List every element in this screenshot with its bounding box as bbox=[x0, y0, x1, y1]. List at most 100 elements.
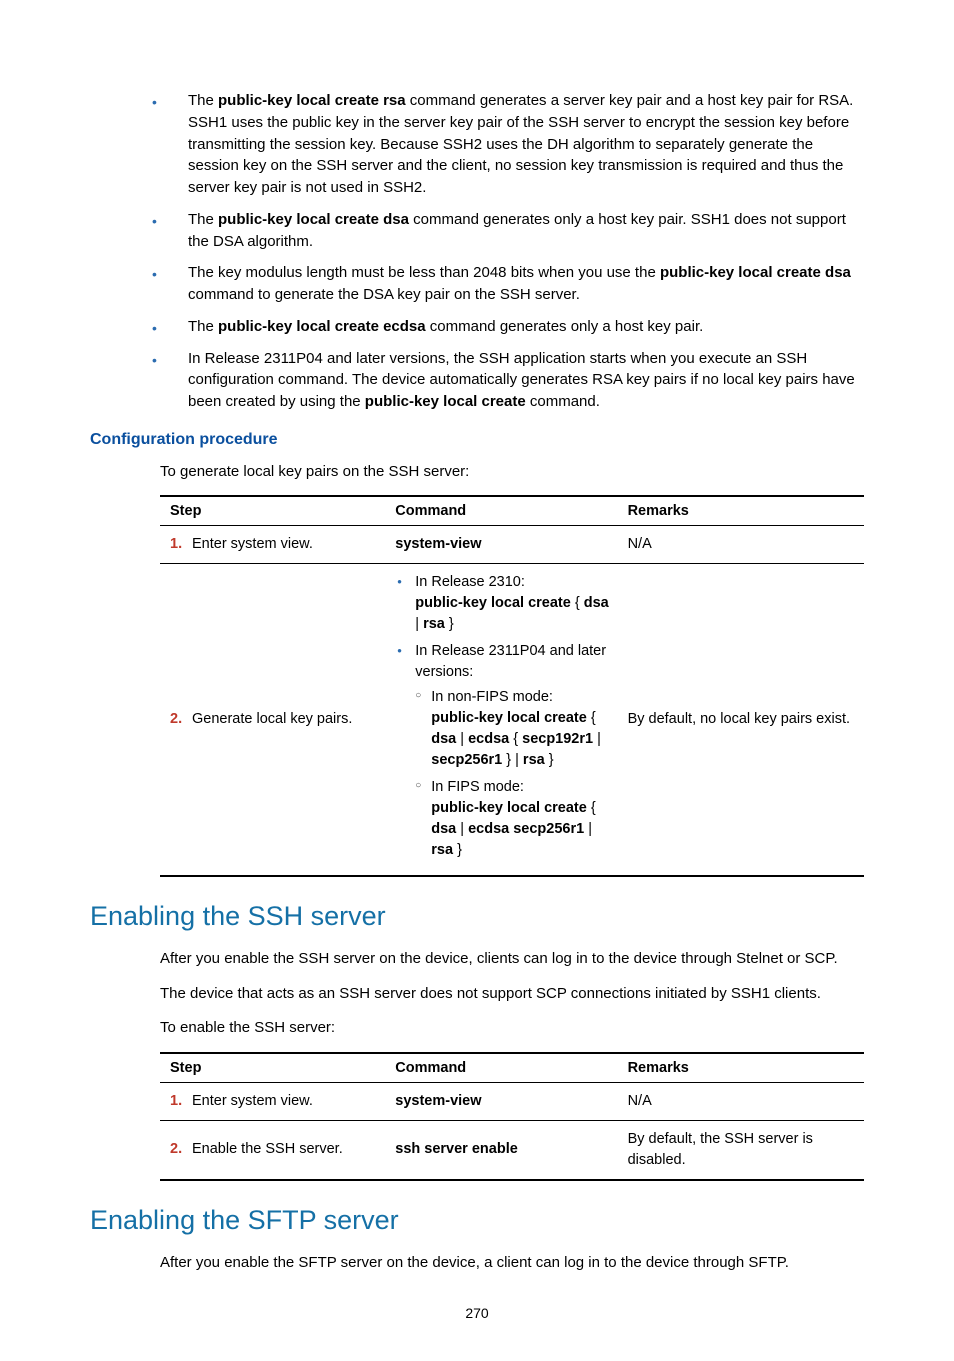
cell-command: ssh server enable bbox=[385, 1120, 617, 1180]
cmd-bullet-list: In Release 2310: public-key local create… bbox=[395, 572, 611, 861]
cell-step: 2.Enable the SSH server. bbox=[160, 1120, 385, 1180]
th-remarks: Remarks bbox=[618, 1053, 864, 1083]
cmd-bold: dsa bbox=[431, 821, 456, 837]
cmd-bold: rsa bbox=[431, 842, 453, 858]
bullet-item: The public-key local create ecdsa comman… bbox=[152, 316, 864, 338]
bullet-text-pre: The bbox=[188, 318, 218, 335]
bullet-text-bold: public-key local create dsa bbox=[218, 211, 409, 228]
cmd-bold: secp256r1 bbox=[431, 752, 502, 768]
cmd-bold: public-key local create bbox=[431, 710, 587, 726]
bullet-text-pre: The key modulus length must be less than… bbox=[188, 264, 660, 281]
step-num: 2. bbox=[170, 1139, 192, 1160]
keypair-table: Step Command Remarks 1.Enter system view… bbox=[160, 495, 864, 877]
bullet-text-bold: public-key local create bbox=[365, 393, 526, 410]
cmd-text: { bbox=[571, 595, 584, 611]
enabling-ssh-heading: Enabling the SSH server bbox=[90, 901, 864, 932]
cell-step: 1.Enter system view. bbox=[160, 526, 385, 564]
table-header-row: Step Command Remarks bbox=[160, 1053, 864, 1083]
step-text: Enable the SSH server. bbox=[192, 1141, 343, 1157]
cmd-text: { bbox=[587, 710, 596, 726]
table-row: 1.Enter system view. system-view N/A bbox=[160, 526, 864, 564]
th-step: Step bbox=[160, 496, 385, 526]
configuration-procedure-heading: Configuration procedure bbox=[90, 431, 864, 449]
cmd-bold: rsa bbox=[523, 752, 545, 768]
step-num: 2. bbox=[170, 709, 192, 730]
ssh-intro-2: The device that acts as an SSH server do… bbox=[160, 983, 864, 1006]
bullet-text-post: command generates only a host key pair. bbox=[426, 318, 704, 335]
cmd-text: system-view bbox=[395, 1093, 481, 1109]
bullet-item: The key modulus length must be less than… bbox=[152, 262, 864, 306]
config-intro-text: To generate local key pairs on the SSH s… bbox=[160, 461, 864, 484]
bullet-item: The public-key local create rsa command … bbox=[152, 90, 864, 199]
cell-command: In Release 2310: public-key local create… bbox=[385, 564, 617, 877]
cmd-bullet: In Release 2310: public-key local create… bbox=[395, 572, 611, 635]
table-row: 2.Enable the SSH server. ssh server enab… bbox=[160, 1120, 864, 1180]
cmd-sub-label: In non-FIPS mode: bbox=[431, 689, 553, 705]
cmd-sub-item: In non-FIPS mode: public-key local creat… bbox=[415, 687, 611, 771]
table-row: 1.Enter system view. system-view N/A bbox=[160, 1082, 864, 1120]
cmd-text: | bbox=[415, 616, 423, 632]
cmd-bold: ecdsa secp256r1 bbox=[468, 821, 584, 837]
top-bullet-list: The public-key local create rsa command … bbox=[90, 90, 864, 413]
th-remarks: Remarks bbox=[618, 496, 864, 526]
cmd-text: { bbox=[587, 800, 596, 816]
sftp-intro-1: After you enable the SFTP server on the … bbox=[160, 1252, 864, 1275]
page-number: 270 bbox=[90, 1305, 864, 1321]
step-text: Generate local key pairs. bbox=[192, 711, 352, 727]
cmd-text: } bbox=[545, 752, 554, 768]
cmd-text: } bbox=[445, 616, 454, 632]
cmd-text: | bbox=[456, 731, 468, 747]
th-command: Command bbox=[385, 1053, 617, 1083]
ssh-table: Step Command Remarks 1.Enter system view… bbox=[160, 1052, 864, 1181]
cmd-bold: rsa bbox=[423, 616, 445, 632]
bullet-text-bold: public-key local create dsa bbox=[660, 264, 851, 281]
cmd-sub-item: In FIPS mode: public-key local create { … bbox=[415, 777, 611, 861]
bullet-item: In Release 2311P04 and later versions, t… bbox=[152, 348, 864, 413]
bullet-text-post: command to generate the DSA key pair on … bbox=[188, 286, 580, 303]
cmd-text: } bbox=[453, 842, 462, 858]
bullet-text-bold: public-key local create ecdsa bbox=[218, 318, 426, 335]
table-header-row: Step Command Remarks bbox=[160, 496, 864, 526]
ssh-intro-3: To enable the SSH server: bbox=[160, 1017, 864, 1040]
step-num: 1. bbox=[170, 534, 192, 555]
cmd-text: ssh server enable bbox=[395, 1141, 518, 1157]
cmd-text: | bbox=[456, 821, 468, 837]
bullet-text-bold: public-key local create rsa bbox=[218, 92, 406, 109]
cmd-bold: dsa bbox=[584, 595, 609, 611]
cell-command: system-view bbox=[385, 526, 617, 564]
step-num: 1. bbox=[170, 1091, 192, 1112]
cmd-text: | bbox=[584, 821, 592, 837]
cmd-sub-list: In non-FIPS mode: public-key local creat… bbox=[415, 687, 611, 861]
cmd-bold: dsa bbox=[431, 731, 456, 747]
cmd-text: { bbox=[509, 731, 522, 747]
cmd-bold: public-key local create bbox=[415, 595, 571, 611]
cmd-bullet: In Release 2311P04 and later versions: I… bbox=[395, 641, 611, 861]
bullet-text-pre: The bbox=[188, 92, 218, 109]
cmd-bold: ecdsa bbox=[468, 731, 509, 747]
table-row: 2.Generate local key pairs. In Release 2… bbox=[160, 564, 864, 877]
cmd-text: | bbox=[593, 731, 601, 747]
cmd-sub-label: In FIPS mode: bbox=[431, 779, 524, 795]
cell-command: system-view bbox=[385, 1082, 617, 1120]
cell-step: 2.Generate local key pairs. bbox=[160, 564, 385, 877]
cell-step: 1.Enter system view. bbox=[160, 1082, 385, 1120]
bullet-text-post: command. bbox=[526, 393, 600, 410]
step-text: Enter system view. bbox=[192, 1093, 313, 1109]
cmd-bold: secp192r1 bbox=[522, 731, 593, 747]
th-command: Command bbox=[385, 496, 617, 526]
ssh-intro-1: After you enable the SSH server on the d… bbox=[160, 948, 864, 971]
bullet-item: The public-key local create dsa command … bbox=[152, 209, 864, 253]
cmd-bold: public-key local create bbox=[431, 800, 587, 816]
cell-remarks: By default, the SSH server is disabled. bbox=[618, 1120, 864, 1180]
page-content: The public-key local create rsa command … bbox=[0, 0, 954, 1361]
th-step: Step bbox=[160, 1053, 385, 1083]
cell-remarks: N/A bbox=[618, 1082, 864, 1120]
step-text: Enter system view. bbox=[192, 536, 313, 552]
cell-remarks: By default, no local key pairs exist. bbox=[618, 564, 864, 877]
cmd-intro: In Release 2311P04 and later versions: bbox=[415, 643, 606, 680]
cmd-intro: In Release 2310: bbox=[415, 574, 525, 590]
bullet-text-pre: The bbox=[188, 211, 218, 228]
cmd-text: system-view bbox=[395, 536, 481, 552]
enabling-sftp-heading: Enabling the SFTP server bbox=[90, 1205, 864, 1236]
cmd-text: } | bbox=[502, 752, 523, 768]
